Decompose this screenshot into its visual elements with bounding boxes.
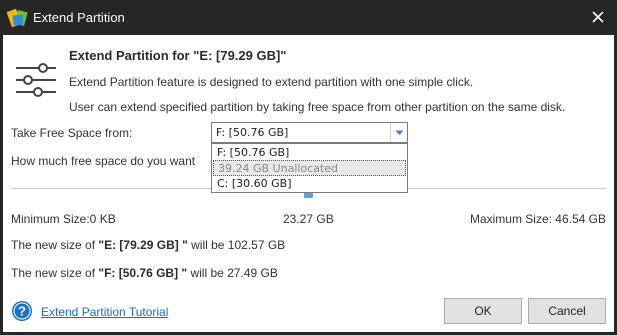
dialog-heading: Extend Partition for "E: [79.29 GB]" <box>69 48 287 63</box>
chevron-down-icon[interactable] <box>390 123 407 142</box>
title-bar: Extend Partition <box>0 0 617 35</box>
new-size-f-name: "F: [50.76 GB] " <box>98 266 188 280</box>
take-free-space-combobox[interactable]: F: [50.76 GB] <box>211 122 408 143</box>
dropdown-option-highlighted[interactable]: 39.24 GB Unallocated <box>213 160 406 176</box>
current-size-label: 23.27 GB <box>283 212 334 226</box>
dropdown-option[interactable]: F: [50.76 GB] <box>213 145 406 161</box>
dropdown-option[interactable]: C: [30.60 GB] <box>213 176 406 192</box>
window-title: Extend Partition <box>33 10 125 25</box>
cancel-button[interactable]: Cancel <box>528 298 606 324</box>
ok-button[interactable]: OK <box>444 298 522 324</box>
description-line-1: Extend Partition feature is designed to … <box>69 75 474 89</box>
description-line-2: User can extend specified partition by t… <box>69 100 566 114</box>
maximum-size-label: Maximum Size: 46.54 GB <box>469 212 606 226</box>
take-free-space-dropdown-list: F: [50.76 GB] 39.24 GB Unallocated C: [3… <box>211 143 408 193</box>
sliders-icon <box>16 63 56 97</box>
svg-text:?: ? <box>18 304 26 319</box>
close-button[interactable] <box>585 4 611 30</box>
partition-wizard-icon <box>7 8 28 28</box>
new-size-e: The new size of "E: [79.29 GB] " will be… <box>11 238 285 252</box>
how-much-space-label: How much free space do you want <box>11 154 196 168</box>
minimum-size-label: Minimum Size:0 KB <box>11 212 116 226</box>
new-size-e-name: "E: [79.29 GB] " <box>98 238 188 252</box>
tutorial-link[interactable]: Extend Partition Tutorial <box>41 305 168 319</box>
new-size-e-prefix: The new size of <box>11 238 99 252</box>
combobox-value: F: [50.76 GB] <box>216 126 289 139</box>
close-icon <box>592 11 604 23</box>
take-free-space-label: Take Free Space from: <box>11 126 133 140</box>
new-size-f-prefix: The new size of <box>11 266 99 280</box>
help-icon[interactable]: ? <box>11 300 33 322</box>
new-size-f-suffix: will be 27.49 GB <box>187 266 278 280</box>
new-size-f: The new size of "F: [50.76 GB] " will be… <box>11 266 278 280</box>
new-size-e-suffix: will be 102.57 GB <box>187 238 286 252</box>
